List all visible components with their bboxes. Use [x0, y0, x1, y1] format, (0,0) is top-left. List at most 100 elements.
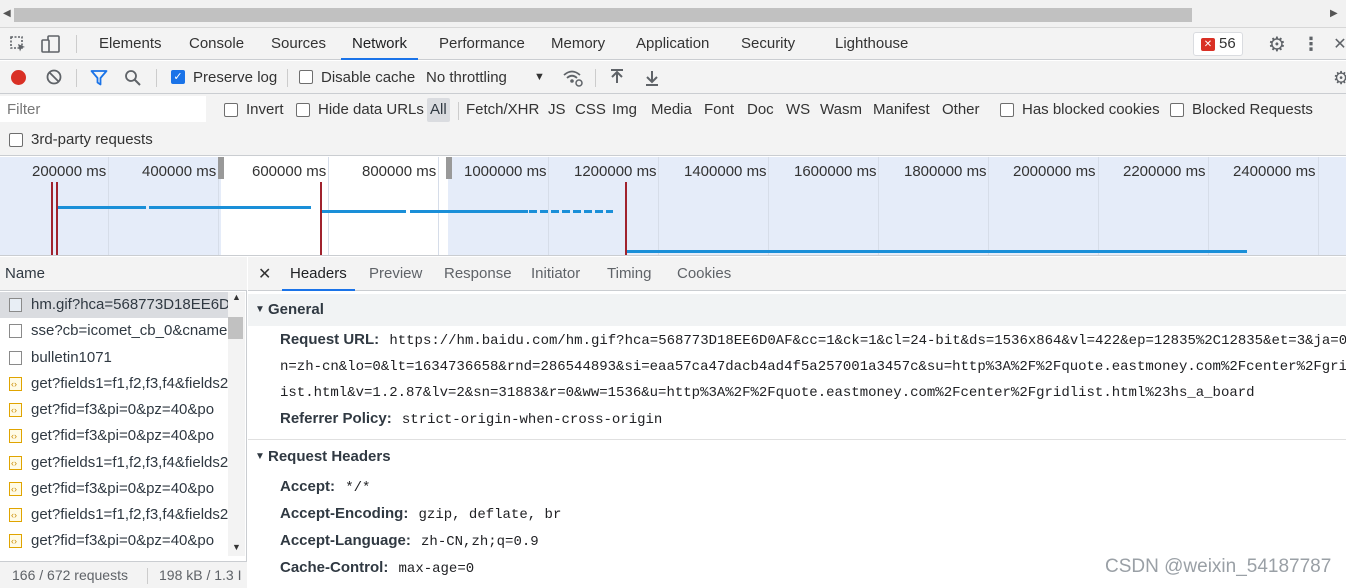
tab-timing[interactable]: Timing [607, 257, 651, 291]
overview-tick: 2200000 ms [1123, 163, 1206, 180]
request-row[interactable]: get?fields1=f1,f2,f3,f4&fields2 [0, 371, 228, 397]
has-blocked-cookies-checkbox[interactable] [1000, 103, 1014, 117]
overview-left-handle[interactable] [218, 157, 224, 179]
overview-tick: 600000 ms [252, 163, 327, 180]
error-counter-button[interactable]: ✕ 56 [1193, 32, 1243, 56]
close-details-icon[interactable]: ✕ [258, 264, 271, 284]
xhr-file-icon [9, 397, 22, 423]
name-column-header[interactable]: Name [0, 257, 247, 291]
hide-data-urls-label: Hide data URLs [318, 101, 424, 118]
tab-network[interactable]: Network [341, 28, 419, 60]
tab-application[interactable]: Application [636, 28, 709, 60]
request-row[interactable]: get?fid=f3&pi=0&pz=40&po [0, 423, 228, 449]
header-value: max-age=0 [398, 561, 475, 577]
filter-type-js[interactable]: JS [548, 95, 566, 125]
network-toolbar: ✓ Preserve log Disable cache No throttli… [0, 61, 1346, 94]
request-headers-section-header[interactable]: ▼ Request Headers [248, 441, 1346, 473]
tab-performance[interactable]: Performance [439, 28, 525, 60]
import-har-icon[interactable] [609, 69, 625, 87]
request-row[interactable]: get?fid=f3&pi=0&pz=40&po [0, 528, 228, 554]
search-icon[interactable] [124, 69, 142, 87]
image-file-icon [9, 298, 22, 312]
blocked-requests-checkbox[interactable] [1170, 103, 1184, 117]
filter-input[interactable] [0, 96, 206, 122]
header-key: Cache-Control: [280, 559, 389, 576]
scroll-up-arrow-icon[interactable]: ▲ [232, 292, 241, 302]
header-row: Accept: */* [280, 478, 370, 496]
request-row[interactable]: get?fid=f3&pi=0&pz=40&po [0, 397, 228, 423]
scroll-right-arrow-icon[interactable]: ▶ [1330, 8, 1338, 19]
tab-elements[interactable]: Elements [99, 28, 162, 60]
preserve-log-checkbox[interactable]: ✓ [171, 70, 185, 84]
clear-icon[interactable] [46, 69, 62, 85]
request-list-panel: Name hm.gif?hca=568773D18EE6D0 sse?cb=ic… [0, 257, 247, 588]
filter-type-css[interactable]: CSS [575, 95, 606, 125]
filter-type-doc[interactable]: Doc [747, 95, 774, 125]
hide-data-urls-checkbox[interactable] [296, 103, 310, 117]
horizontal-scrollbar-thumb[interactable] [14, 8, 1192, 22]
transferred-size: 198 kB / 1.3 I [159, 567, 242, 583]
request-list-scrollbar[interactable]: ▲ ▼ [228, 292, 245, 556]
general-section-header[interactable]: ▼ General [248, 294, 1346, 326]
xhr-file-icon [9, 423, 22, 449]
filter-type-all[interactable]: All [427, 98, 450, 122]
close-devtools-icon[interactable]: ✕ [1333, 33, 1346, 55]
request-row[interactable]: get?fid=f3&pi=0&pz=40&po [0, 476, 228, 502]
blocked-requests-label: Blocked Requests [1192, 101, 1313, 118]
filter-type-img[interactable]: Img [612, 95, 637, 125]
tab-lighthouse[interactable]: Lighthouse [835, 28, 908, 60]
network-overview-timeline[interactable]: 200000 ms 400000 ms 600000 ms 800000 ms … [0, 157, 1346, 256]
request-row[interactable]: hm.gif?hca=568773D18EE6D0 [0, 292, 228, 318]
filter-type-wasm[interactable]: Wasm [820, 95, 862, 125]
tab-initiator[interactable]: Initiator [531, 257, 580, 291]
header-row: Accept-Encoding: gzip, deflate, br [280, 505, 561, 523]
scrollbar-thumb[interactable] [228, 317, 243, 339]
error-count: 56 [1219, 35, 1236, 52]
filter-type-media[interactable]: Media [651, 95, 692, 125]
filter-icon[interactable] [90, 69, 108, 87]
throttling-select[interactable]: No throttling [426, 61, 507, 94]
tab-response[interactable]: Response [444, 257, 512, 291]
load-event-marker [625, 182, 627, 255]
header-value: zh-CN,zh;q=0.9 [421, 534, 539, 550]
tab-security[interactable]: Security [741, 28, 795, 60]
inspect-element-icon[interactable] [8, 34, 28, 54]
record-icon[interactable] [11, 70, 26, 85]
scroll-left-arrow-icon[interactable]: ◀ [3, 8, 11, 19]
filter-type-fetch-xhr[interactable]: Fetch/XHR [466, 95, 539, 125]
header-key: Accept-Language: [280, 532, 411, 549]
tab-headers[interactable]: Headers [282, 257, 355, 291]
details-tab-bar: ✕ Headers Preview Response Initiator Tim… [248, 257, 1346, 291]
invert-checkbox[interactable] [224, 103, 238, 117]
filter-type-manifest[interactable]: Manifest [873, 95, 930, 125]
request-bar [58, 206, 146, 209]
tab-sources[interactable]: Sources [271, 28, 326, 60]
request-row[interactable]: sse?cb=icomet_cb_0&cname= [0, 318, 228, 344]
request-url-label: Request URL: [280, 331, 380, 348]
tab-cookies[interactable]: Cookies [677, 257, 731, 291]
network-conditions-icon[interactable] [562, 68, 584, 88]
request-name: get?fid=f3&pi=0&pz=40&po [31, 480, 215, 497]
load-event-marker [320, 182, 322, 255]
more-options-icon[interactable]: ⋮ [1302, 33, 1320, 55]
settings-gear-icon[interactable]: ⚙ [1266, 33, 1288, 56]
tab-memory[interactable]: Memory [551, 28, 605, 60]
filter-type-ws[interactable]: WS [786, 95, 810, 125]
tab-preview[interactable]: Preview [369, 257, 422, 291]
network-settings-gear-icon[interactable]: ⚙ [1333, 67, 1346, 89]
filter-type-other[interactable]: Other [942, 95, 980, 125]
export-har-icon[interactable] [644, 69, 660, 87]
request-row[interactable]: get?fields1=f1,f2,f3,f4&fields2 [0, 450, 228, 476]
scroll-down-arrow-icon[interactable]: ▼ [232, 542, 241, 552]
device-toolbar-icon[interactable] [40, 34, 62, 54]
tab-console[interactable]: Console [189, 28, 244, 60]
request-count: 166 / 672 requests [12, 567, 128, 583]
third-party-requests-checkbox[interactable] [9, 133, 23, 147]
filter-type-font[interactable]: Font [704, 95, 734, 125]
load-event-marker [56, 182, 58, 255]
request-row[interactable]: get?fields1=f1,f2,f3,f4&fields2 [0, 502, 228, 528]
throttling-dropdown-arrow-icon[interactable]: ▼ [534, 61, 545, 94]
request-row[interactable]: bulletin1071 [0, 345, 228, 371]
disable-cache-checkbox[interactable] [299, 70, 313, 84]
overview-right-handle[interactable] [446, 157, 452, 179]
